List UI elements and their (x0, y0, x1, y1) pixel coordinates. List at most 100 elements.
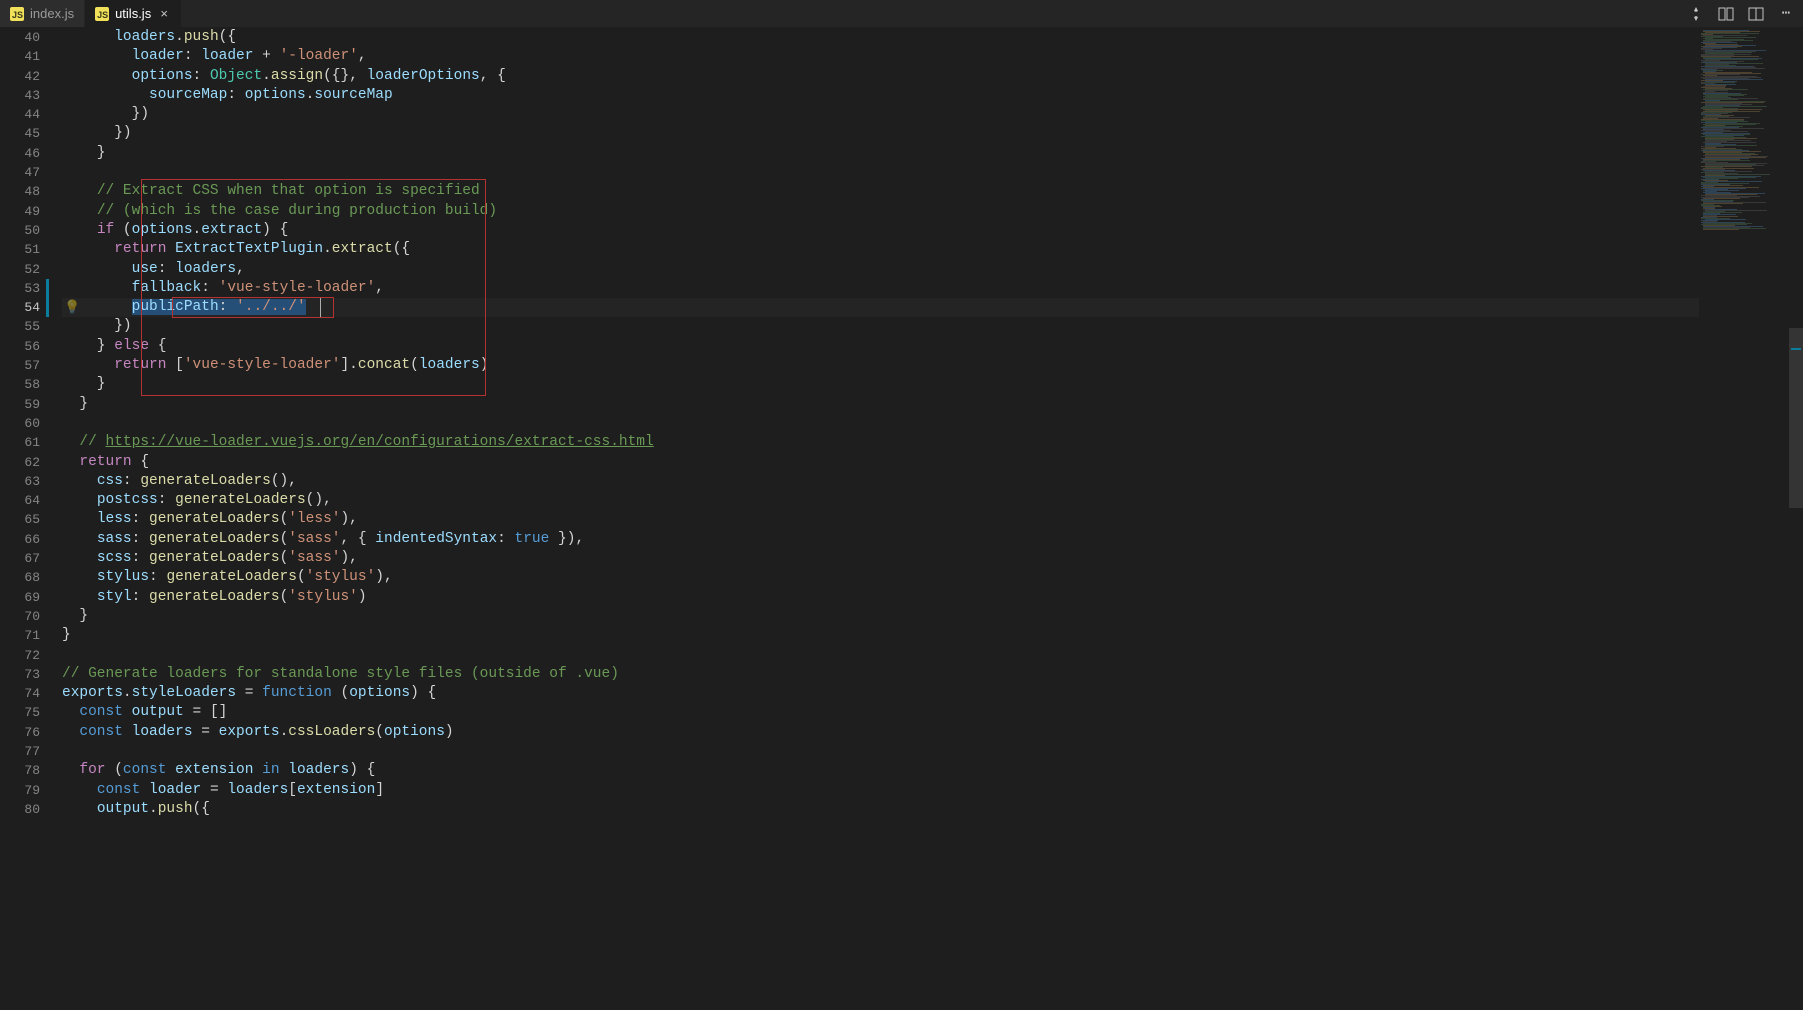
code-line[interactable]: } else { (62, 337, 1803, 356)
line-number: 67 (0, 549, 40, 568)
code-line[interactable]: output.push({ (62, 800, 1803, 819)
more-actions-icon[interactable]: ⋯ (1777, 5, 1795, 23)
code-line[interactable]: loaders.push({ (62, 28, 1803, 47)
line-number: 80 (0, 800, 40, 819)
code-line[interactable]: exports.styleLoaders = function (options… (62, 684, 1803, 703)
js-file-icon: JS (10, 7, 24, 21)
code-line[interactable]: } (62, 626, 1803, 645)
code-line[interactable]: return ['vue-style-loader'].concat(loade… (62, 356, 1803, 375)
tab-label: index.js (30, 6, 74, 21)
tab-bar: JS index.js JS utils.js × ⋯ (0, 0, 1803, 28)
code-line[interactable]: for (const extension in loaders) { (62, 761, 1803, 780)
line-number: 51 (0, 240, 40, 259)
code-line[interactable]: } (62, 607, 1803, 626)
line-number: 64 (0, 491, 40, 510)
line-number: 66 (0, 530, 40, 549)
code-line[interactable]: // (which is the case during production … (62, 202, 1803, 221)
line-number-gutter: 4041424344454647484950515253545556575859… (0, 28, 58, 1010)
line-number: 76 (0, 723, 40, 742)
code-line[interactable] (62, 742, 1803, 761)
code-line[interactable]: sourceMap: options.sourceMap (62, 86, 1803, 105)
line-number: 77 (0, 742, 40, 761)
code-line[interactable]: styl: generateLoaders('stylus') (62, 588, 1803, 607)
editor[interactable]: 💡 40414243444546474849505152535455565758… (0, 28, 1803, 1010)
code-line[interactable]: // https://vue-loader.vuejs.org/en/confi… (62, 433, 1803, 452)
line-number: 43 (0, 86, 40, 105)
vertical-scrollbar[interactable] (1789, 28, 1803, 1010)
line-number: 70 (0, 607, 40, 626)
code-line[interactable]: stylus: generateLoaders('stylus'), (62, 568, 1803, 587)
open-changes-icon[interactable] (1717, 5, 1735, 23)
line-number: 72 (0, 646, 40, 665)
line-number: 71 (0, 626, 40, 645)
line-number: 41 (0, 47, 40, 66)
code-line[interactable]: }) (62, 105, 1803, 124)
js-file-icon: JS (95, 7, 109, 21)
code-line[interactable]: loader: loader + '-loader', (62, 47, 1803, 66)
line-number: 44 (0, 105, 40, 124)
code-line[interactable] (62, 163, 1803, 182)
tab-label: utils.js (115, 6, 151, 21)
line-number: 73 (0, 665, 40, 684)
line-number: 60 (0, 414, 40, 433)
code-line[interactable]: // Generate loaders for standalone style… (62, 665, 1803, 684)
code-line[interactable]: const loaders = exports.cssLoaders(optio… (62, 723, 1803, 742)
line-number: 57 (0, 356, 40, 375)
editor-title-actions: ⋯ (1679, 0, 1803, 27)
line-number: 42 (0, 67, 40, 86)
line-number: 59 (0, 395, 40, 414)
line-number: 78 (0, 761, 40, 780)
line-number: 56 (0, 337, 40, 356)
compare-changes-icon[interactable] (1687, 5, 1705, 23)
line-number: 48 (0, 182, 40, 201)
code-line[interactable]: postcss: generateLoaders(), (62, 491, 1803, 510)
code-line[interactable]: sass: generateLoaders('sass', { indented… (62, 530, 1803, 549)
code-line[interactable]: options: Object.assign({}, loaderOptions… (62, 67, 1803, 86)
line-number: 58 (0, 375, 40, 394)
code-line[interactable]: use: loaders, (62, 260, 1803, 279)
code-line[interactable]: }) (62, 317, 1803, 336)
code-line[interactable]: } (62, 375, 1803, 394)
line-number: 69 (0, 588, 40, 607)
line-number: 54 (0, 298, 40, 317)
scrollbar-thumb[interactable] (1789, 328, 1803, 508)
code-line[interactable]: scss: generateLoaders('sass'), (62, 549, 1803, 568)
code-line[interactable]: } (62, 144, 1803, 163)
code-line[interactable]: fallback: 'vue-style-loader', (62, 279, 1803, 298)
code-line[interactable]: if (options.extract) { (62, 221, 1803, 240)
line-number: 75 (0, 703, 40, 722)
code-line[interactable]: publicPath: '../../' (62, 298, 1803, 317)
line-number: 61 (0, 433, 40, 452)
line-number: 55 (0, 317, 40, 336)
code-line[interactable]: const output = [] (62, 703, 1803, 722)
line-number: 74 (0, 684, 40, 703)
line-number: 45 (0, 124, 40, 143)
code-line[interactable]: } (62, 395, 1803, 414)
tab-index-js[interactable]: JS index.js (0, 0, 85, 27)
line-number: 63 (0, 472, 40, 491)
line-number: 65 (0, 510, 40, 529)
line-number: 49 (0, 202, 40, 221)
line-number: 79 (0, 781, 40, 800)
code-line[interactable]: css: generateLoaders(), (62, 472, 1803, 491)
code-line[interactable]: // Extract CSS when that option is speci… (62, 182, 1803, 201)
code-line[interactable] (62, 414, 1803, 433)
line-number: 46 (0, 144, 40, 163)
line-number: 40 (0, 28, 40, 47)
line-number: 62 (0, 453, 40, 472)
tab-utils-js[interactable]: JS utils.js × (85, 0, 182, 27)
code-line[interactable]: return ExtractTextPlugin.extract({ (62, 240, 1803, 259)
line-number: 50 (0, 221, 40, 240)
line-number: 47 (0, 163, 40, 182)
scroll-change-marker (1791, 348, 1801, 350)
code-line[interactable]: const loader = loaders[extension] (62, 781, 1803, 800)
code-line[interactable]: }) (62, 124, 1803, 143)
close-icon[interactable]: × (157, 6, 171, 21)
code-area[interactable]: loaders.push({ loader: loader + '-loader… (58, 28, 1803, 1010)
split-editor-icon[interactable] (1747, 5, 1765, 23)
code-line[interactable]: less: generateLoaders('less'), (62, 510, 1803, 529)
code-line[interactable]: return { (62, 453, 1803, 472)
minimap[interactable] (1699, 28, 1789, 1010)
code-line[interactable] (62, 646, 1803, 665)
text-cursor (320, 298, 321, 317)
